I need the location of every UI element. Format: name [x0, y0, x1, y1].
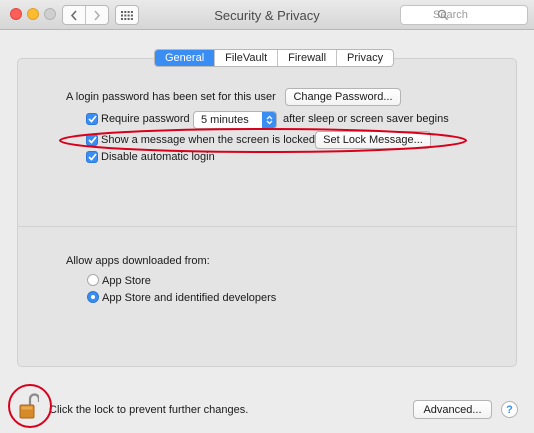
checkmark-icon [87, 115, 97, 123]
tab-privacy[interactable]: Privacy [337, 50, 393, 66]
tab-general[interactable]: General [155, 50, 216, 66]
radio-app-store-identified-label: App Store and identified developers [102, 292, 277, 304]
tab-firewall[interactable]: Firewall [278, 50, 338, 66]
set-lock-message-button[interactable]: Set Lock Message... [315, 131, 431, 149]
help-button[interactable]: ? [501, 401, 518, 418]
disable-auto-login-label: Disable automatic login [101, 151, 215, 163]
checkmark-icon [87, 136, 97, 144]
settings-panel [17, 58, 517, 367]
padlock-open-icon [19, 393, 41, 419]
search-input[interactable]: Search [400, 5, 528, 25]
require-password-delay-popup[interactable]: 5 minutes [193, 111, 277, 129]
advanced-button[interactable]: Advanced... [413, 400, 492, 419]
after-sleep-text: after sleep or screen saver begins [283, 113, 449, 125]
security-privacy-window: Security & Privacy Search General FileVa… [0, 0, 534, 433]
popup-arrows [262, 112, 276, 128]
login-password-text: A login password has been set for this u… [66, 91, 276, 103]
radio-app-store[interactable] [87, 274, 99, 286]
checkmark-icon [87, 153, 97, 161]
search-icon [437, 9, 449, 21]
lock-button[interactable] [19, 393, 41, 419]
title-bar: Security & Privacy Search [0, 0, 534, 30]
radio-app-store-label: App Store [102, 275, 151, 287]
radio-app-store-identified[interactable] [87, 291, 99, 303]
show-message-label: Show a message when the screen is locked [101, 134, 316, 146]
chevron-up-down-icon [266, 115, 272, 125]
require-password-label: Require password [101, 113, 190, 125]
section-divider [17, 226, 517, 227]
allow-apps-heading: Allow apps downloaded from: [66, 255, 210, 267]
show-message-checkbox[interactable] [86, 134, 98, 146]
tab-bar: General FileVault Firewall Privacy [154, 49, 395, 67]
disable-auto-login-checkbox[interactable] [86, 151, 98, 163]
tab-filevault[interactable]: FileVault [215, 50, 279, 66]
require-password-delay-value: 5 minutes [201, 114, 249, 126]
require-password-checkbox[interactable] [86, 113, 98, 125]
lock-instruction-text: Click the lock to prevent further change… [49, 404, 249, 416]
change-password-button[interactable]: Change Password... [285, 88, 401, 106]
